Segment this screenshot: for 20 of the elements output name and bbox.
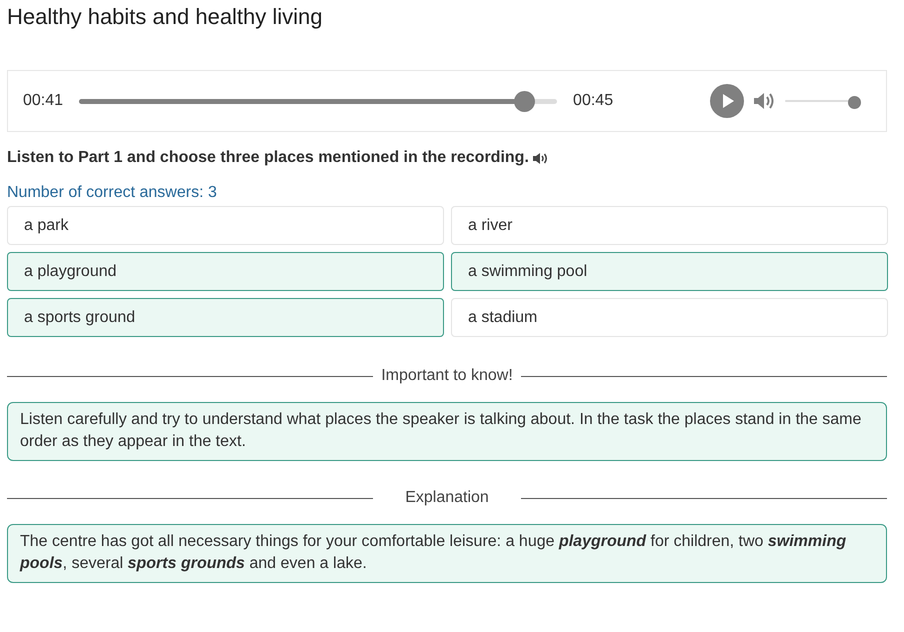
page-title: Healthy habits and healthy living xyxy=(7,4,324,30)
task-instruction: Listen to Part 1 and choose three places mentioned in the recording. xyxy=(7,149,529,167)
current-time: 00:41 xyxy=(23,92,64,110)
seek-slider[interactable] xyxy=(514,90,535,112)
answer-option[interactable]: a park xyxy=(7,206,444,245)
answer-option[interactable]: a swimming pool xyxy=(451,252,888,291)
info-text: The centre has got all necessary things for your comfortable leisure: a huge playground for children, two swimming pools, several sports grounds and even a lake. xyxy=(7,524,887,583)
section-heading: Important to know! xyxy=(380,366,514,386)
answer-option[interactable]: a stadium xyxy=(451,298,888,337)
info-text: Listen carefully and try to understand what places the speaker is talking about. In the task the places stand in the same order as they appear in the text. xyxy=(7,402,887,461)
volume-icon[interactable] xyxy=(753,92,776,110)
answer-option[interactable]: a playground xyxy=(7,252,444,291)
section-heading: Explanation xyxy=(404,488,490,508)
duration: 00:45 xyxy=(573,92,614,110)
answer-option[interactable]: a sports ground xyxy=(7,298,444,337)
play-button[interactable] xyxy=(710,84,744,118)
answer-option[interactable]: a river xyxy=(451,206,888,245)
speaker-icon[interactable] xyxy=(532,152,549,164)
answer-count: Number of correct answers: 3 xyxy=(7,184,218,203)
volume-slider[interactable] xyxy=(848,96,861,108)
